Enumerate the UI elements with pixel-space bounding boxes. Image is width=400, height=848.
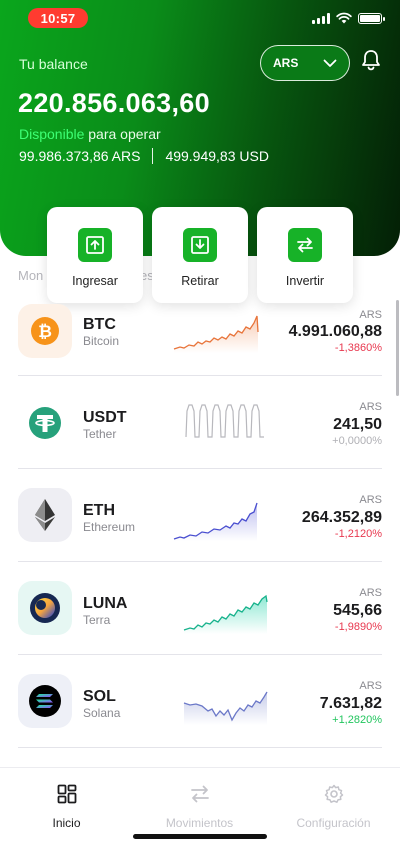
terra-logo-icon xyxy=(18,581,72,635)
coin-name: Ethereum xyxy=(83,520,136,534)
nav-settings[interactable]: Configuración xyxy=(267,784,400,830)
scrollbar[interactable] xyxy=(396,300,399,396)
eth-sparkline xyxy=(173,502,258,541)
battery-icon xyxy=(358,12,385,24)
grid-icon xyxy=(57,784,76,804)
home-indicator xyxy=(133,834,267,839)
swap-icon xyxy=(288,228,322,262)
coin-price: 264.352,89 xyxy=(301,509,382,526)
available-amounts: 99.986.373,86 ARS 499.949,83 USD xyxy=(19,148,269,164)
coin-price: 7.631,82 xyxy=(319,695,382,712)
available-rest: para operar xyxy=(84,126,161,142)
coin-price: 545,66 xyxy=(333,602,382,619)
available-label: Disponible para operar xyxy=(19,126,161,142)
balance-label: Tu balance xyxy=(19,56,88,72)
available-highlight: Disponible xyxy=(19,126,85,142)
signal-icon xyxy=(312,12,330,24)
btc-sparkline xyxy=(173,315,259,353)
tether-logo-icon xyxy=(18,396,72,450)
coin-symbol: BTC xyxy=(83,316,116,333)
nav-movements[interactable]: Movimientos xyxy=(133,784,266,830)
ars-amount: 99.986.373,86 ARS xyxy=(19,148,141,164)
coin-currency: ARS xyxy=(359,401,382,413)
coin-change: +1,2820% xyxy=(332,714,382,726)
coin-currency: ARS xyxy=(359,494,382,506)
sol-sparkline xyxy=(183,691,268,725)
coin-change: +0,0000% xyxy=(332,435,382,447)
coin-row-luna[interactable]: LUNA Terra ARS 545,66 -1,9890% xyxy=(0,562,400,655)
coin-price: 4.991.060,88 xyxy=(288,323,382,340)
coin-currency: ARS xyxy=(359,680,382,692)
amount-divider xyxy=(152,148,154,164)
status-icons xyxy=(312,12,385,24)
row-divider xyxy=(18,747,382,748)
gear-icon xyxy=(324,784,343,803)
currency-value: ARS xyxy=(273,56,299,70)
coin-price: 241,50 xyxy=(333,416,382,433)
ethereum-logo-icon xyxy=(18,488,72,542)
status-time: 10:57 xyxy=(28,8,88,28)
coin-row-btc[interactable]: ₿ BTC Bitcoin ARS 4.991.060,88 -1,3860% xyxy=(0,283,400,376)
coin-symbol: SOL xyxy=(83,688,116,705)
coin-change: -1,9890% xyxy=(334,621,382,633)
usdt-sparkline xyxy=(185,404,264,438)
nav-home-label: Inicio xyxy=(52,816,81,830)
bitcoin-logo-icon: ₿ xyxy=(18,304,72,358)
coin-change: -1,2120% xyxy=(334,528,382,540)
transfer-arrows-icon xyxy=(190,785,209,803)
arrow-up-box-icon xyxy=(78,228,112,262)
luna-sparkline xyxy=(183,594,268,634)
bell-icon[interactable] xyxy=(360,48,382,72)
coin-row-sol[interactable]: SOL Solana ARS 7.631,82 +1,2820% xyxy=(0,655,400,748)
svg-text:₿: ₿ xyxy=(38,322,52,342)
coin-name: Bitcoin xyxy=(83,334,120,348)
wifi-icon xyxy=(336,12,352,24)
nav-home[interactable]: Inicio xyxy=(0,784,133,830)
total-balance: 220.856.063,60 xyxy=(18,88,210,118)
list-tabs: Mon es xyxy=(18,268,154,283)
arrow-down-box-icon xyxy=(183,228,217,262)
currency-select[interactable]: ARS xyxy=(260,45,350,81)
nav-movements-label: Movimientos xyxy=(165,816,234,830)
coin-symbol: USDT xyxy=(83,409,127,426)
tab-hidden-1[interactable]: Mon xyxy=(18,268,43,283)
nav-settings-label: Configuración xyxy=(296,816,371,830)
coin-change: -1,3860% xyxy=(334,342,382,354)
coin-currency: ARS xyxy=(359,587,382,599)
coin-symbol: LUNA xyxy=(83,595,128,612)
coin-row-usdt[interactable]: USDT Tether ARS 241,50 +0,0000% xyxy=(0,376,400,469)
coin-name: Tether xyxy=(83,427,117,441)
solana-logo-icon xyxy=(18,674,72,728)
coin-symbol: ETH xyxy=(83,502,115,519)
coin-currency: ARS xyxy=(359,309,382,321)
usd-amount: 499.949,83 USD xyxy=(165,148,269,164)
coin-row-eth[interactable]: ETH Ethereum ARS 264.352,89 -1,2120% xyxy=(0,469,400,562)
chevron-down-icon xyxy=(323,59,337,67)
coin-name: Terra xyxy=(83,613,111,627)
coin-name: Solana xyxy=(83,706,121,720)
